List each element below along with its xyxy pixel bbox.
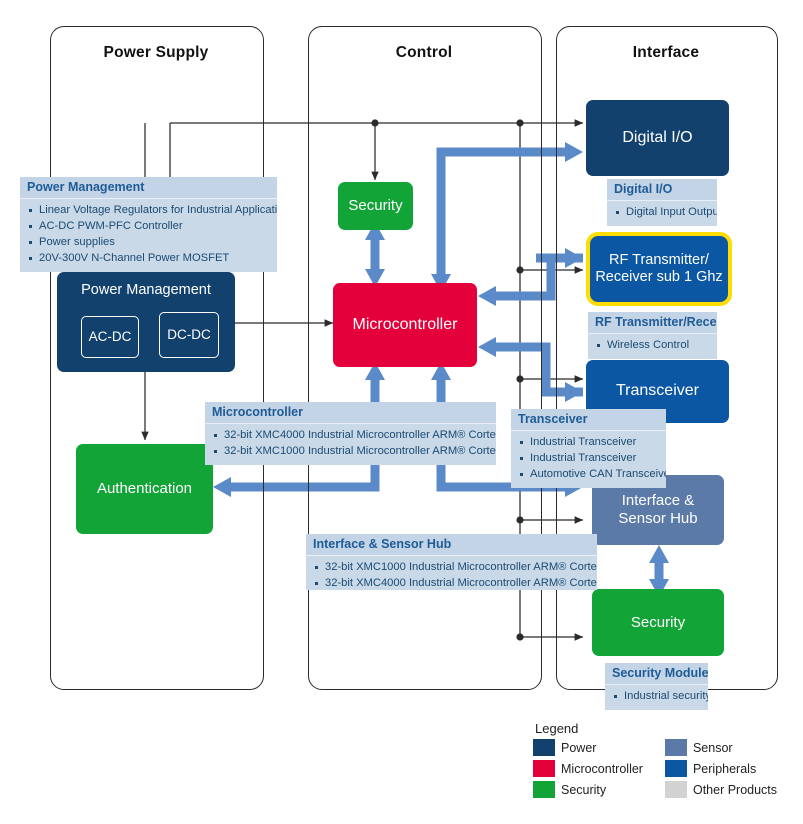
legend: Legend Power Microcontroller Security Se…	[533, 721, 777, 798]
info-item: Industrial Transceiver	[520, 435, 660, 451]
legend-label: Security	[561, 782, 607, 797]
info-list: Digital Input Output	[607, 201, 717, 226]
info-item: 20V-300V N-Channel Power MOSFET	[29, 251, 271, 267]
info-item: 32-bit XMC4000 Industrial Microcontrolle…	[214, 428, 496, 444]
info-header: Microcontroller	[205, 402, 496, 424]
info-item: 32-bit XMC4000 Industrial Microcontrolle…	[315, 576, 597, 590]
block-diagram: Power Supply Control Interface Power Man…	[0, 0, 803, 824]
legend-swatch-other-products	[664, 781, 687, 798]
legend-swatch-peripherals	[664, 760, 687, 777]
legend-label: Power	[561, 740, 597, 755]
block-power-management-label: Power Management	[81, 282, 211, 298]
info-header: Transceiver	[511, 409, 666, 431]
info-power-management: Power Management Linear Voltage Regulato…	[20, 177, 277, 272]
legend-item-other-products: Other Products	[664, 781, 778, 798]
legend-item-security: Security	[533, 781, 643, 798]
block-microcontroller[interactable]: Microcontroller	[333, 283, 477, 367]
legend-swatch-sensor	[664, 739, 687, 756]
info-item: Automotive CAN Transceivers	[520, 467, 666, 483]
panel-title-control: Control	[395, 44, 453, 61]
info-rf-transmitter-receiver: RF Transmitter/Receiver Wireless Control	[588, 312, 717, 359]
legend-swatch-microcontroller	[533, 760, 555, 777]
info-microcontroller: Microcontroller 32-bit XMC4000 Industria…	[205, 402, 496, 465]
legend-swatch-security	[533, 781, 555, 798]
info-header: Security Module 1	[605, 663, 708, 685]
legend-item-sensor: Sensor	[664, 739, 777, 756]
info-digital-io: Digital I/O Digital Input Output	[607, 179, 717, 226]
info-item: AC-DC PWM-PFC Controller	[29, 219, 271, 235]
block-security-interface[interactable]: Security	[592, 589, 724, 656]
info-item: Industrial security	[614, 689, 708, 705]
info-header: RF Transmitter/Receiver	[588, 312, 717, 334]
info-list: 32-bit XMC4000 Industrial Microcontrolle…	[205, 424, 496, 465]
legend-item-microcontroller: Microcontroller	[533, 760, 643, 777]
info-item: Linear Voltage Regulators for Industrial…	[29, 203, 277, 219]
info-security-module: Security Module 1 Industrial security	[605, 663, 708, 710]
legend-item-peripherals: Peripherals	[664, 760, 777, 777]
panel-title-interface: Interface	[632, 44, 700, 61]
legend-label: Microcontroller	[561, 761, 643, 776]
info-list: Industrial security	[605, 685, 708, 710]
info-list: Industrial Transceiver Industrial Transc…	[511, 431, 666, 488]
info-item: Industrial Transceiver	[520, 451, 660, 467]
subblock-ac-dc[interactable]: AC-DC	[81, 316, 139, 358]
info-list: 32-bit XMC1000 Industrial Microcontrolle…	[306, 556, 597, 590]
legend-label: Other Products	[692, 782, 778, 797]
legend-label: Sensor	[692, 740, 733, 755]
legend-title: Legend	[535, 721, 579, 736]
info-list: Linear Voltage Regulators for Industrial…	[20, 199, 277, 272]
block-authentication[interactable]: Authentication	[76, 444, 213, 534]
legend-label: Peripherals	[692, 761, 757, 776]
block-rf-transmitter-receiver[interactable]: RF Transmitter/ Receiver sub 1 Ghz	[590, 236, 728, 302]
info-item: 32-bit XMC1000 Industrial Microcontrolle…	[315, 560, 597, 576]
subblock-dc-dc[interactable]: DC-DC	[159, 312, 219, 358]
block-digital-io[interactable]: Digital I/O	[586, 100, 729, 176]
info-interface-sensor-hub: Interface & Sensor Hub 32-bit XMC1000 In…	[306, 534, 597, 590]
block-power-management[interactable]: Power Management AC-DC DC-DC	[57, 272, 235, 372]
legend-column-left: Power Microcontroller Security	[533, 739, 643, 798]
info-list: Wireless Control	[588, 334, 717, 359]
info-item: Digital Input Output	[616, 205, 717, 221]
info-transceiver: Transceiver Industrial Transceiver Indus…	[511, 409, 666, 488]
info-header: Interface & Sensor Hub	[306, 534, 597, 556]
legend-item-power: Power	[533, 739, 643, 756]
legend-column-right: Sensor Peripherals Other Products	[664, 739, 778, 798]
panel-title-power-supply: Power Supply	[103, 44, 209, 61]
block-security-control[interactable]: Security	[338, 182, 413, 230]
info-item: Power supplies	[29, 235, 271, 251]
legend-swatch-power	[533, 739, 555, 756]
info-item: Wireless Control	[597, 338, 711, 354]
info-item: 32-bit XMC1000 Industrial Microcontrolle…	[214, 444, 496, 460]
info-header: Digital I/O	[607, 179, 717, 201]
info-header: Power Management	[20, 177, 277, 199]
